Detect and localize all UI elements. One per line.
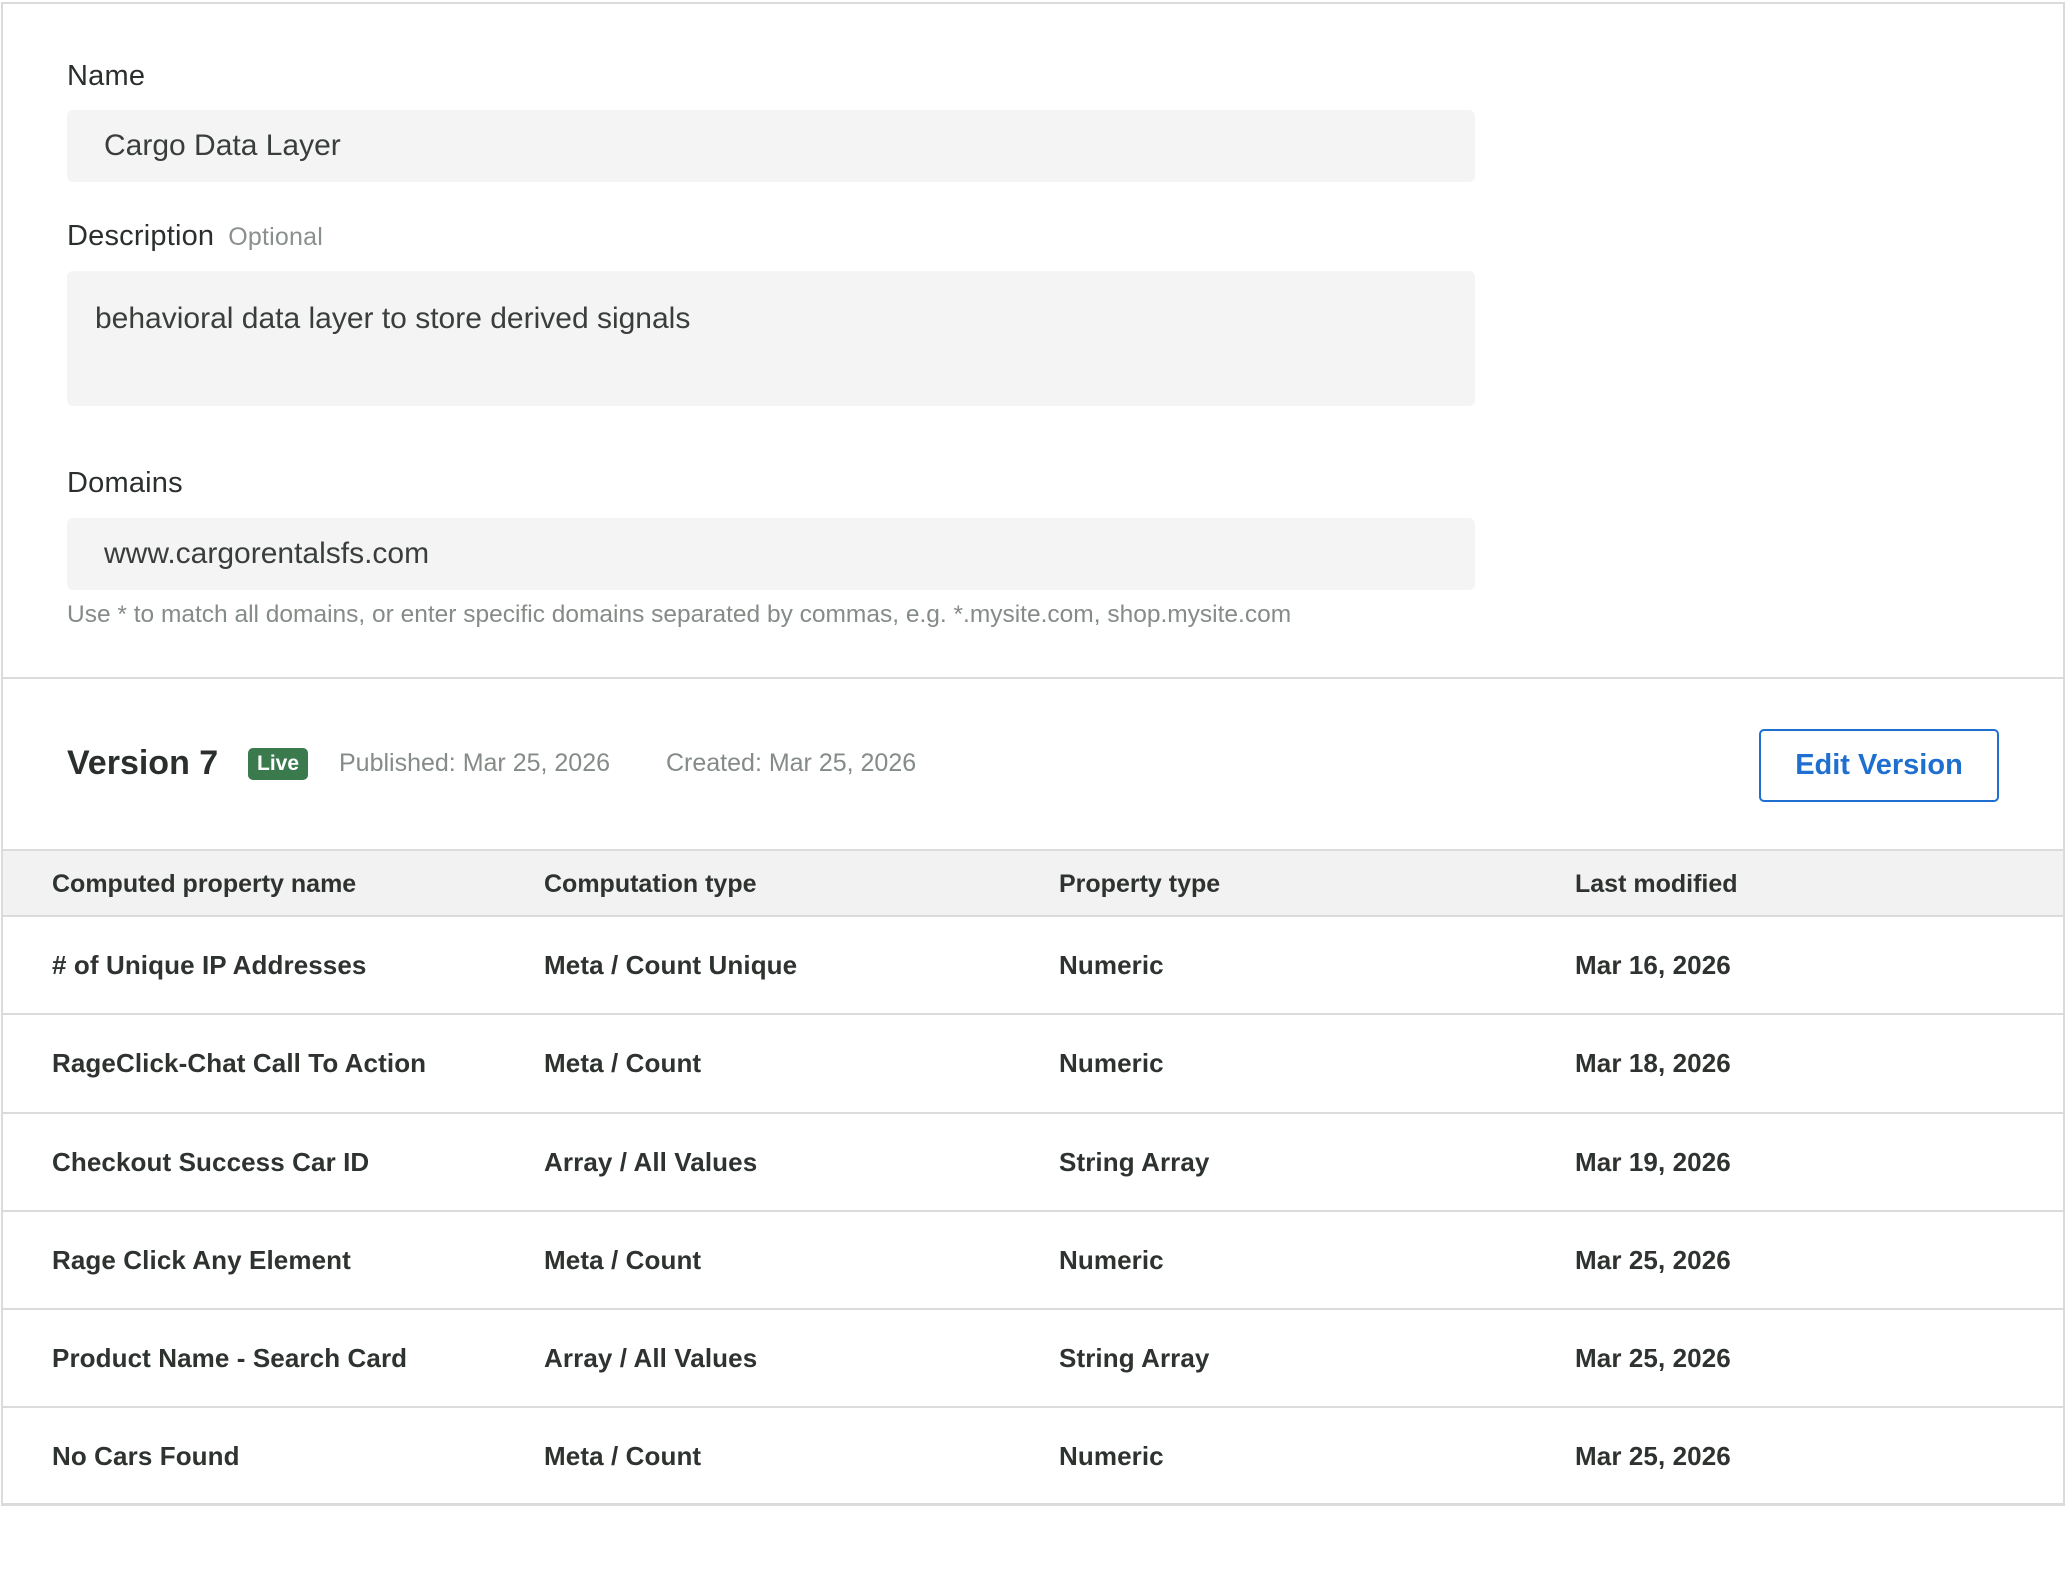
column-header-computation[interactable]: Computation type [544, 851, 757, 917]
cell-last-modified: Mar 18, 2026 [1575, 1048, 1731, 1079]
cell-computation-type: Array / All Values [544, 1343, 758, 1374]
description-textarea[interactable]: behavioral data layer to store derived s… [67, 271, 1475, 406]
table-row[interactable]: Rage Click Any Element Meta / Count Nume… [3, 1212, 2063, 1311]
data-layer-form: Name Description Optional behavioral data… [3, 4, 2063, 679]
table-row[interactable]: Checkout Success Car ID Array / All Valu… [3, 1114, 2063, 1212]
live-status-badge: Live [248, 748, 309, 780]
cell-property-type: String Array [1059, 1343, 1210, 1374]
cell-last-modified: Mar 25, 2026 [1575, 1244, 1731, 1275]
cell-property-name: Checkout Success Car ID [52, 1146, 370, 1177]
cell-property-name: # of Unique IP Addresses [52, 950, 367, 980]
cell-property-type: Numeric [1059, 1244, 1164, 1275]
version-title: Version 7 [67, 744, 219, 782]
created-date: Created: Mar 25, 2026 [666, 749, 917, 777]
cell-computation-type: Meta / Count Unique [544, 950, 798, 980]
cell-computation-type: Meta / Count [544, 1244, 702, 1275]
table-row[interactable]: Product Name - Search Card Array / All V… [3, 1310, 2063, 1409]
cell-computation-type: Array / All Values [544, 1146, 758, 1177]
computed-properties-table: Computed property name Computation type … [3, 851, 2063, 1507]
table-row[interactable]: No Cars Found Meta / Count Numeric Mar 2… [3, 1408, 2063, 1506]
cell-computation-type: Meta / Count [544, 1048, 702, 1079]
cell-property-name: No Cars Found [52, 1441, 240, 1472]
cell-property-type: Numeric [1059, 1048, 1164, 1079]
data-layer-card: Name Description Optional behavioral data… [1, 2, 2065, 1506]
optional-tag: Optional [228, 223, 323, 251]
domains-help-text: Use * to match all domains, or enter spe… [67, 601, 1292, 628]
cell-computation-type: Meta / Count [544, 1441, 702, 1472]
column-header-last-modified[interactable]: Last modified [1575, 851, 1738, 917]
cell-property-type: Numeric [1059, 950, 1164, 980]
domains-label: Domains [67, 467, 183, 499]
published-date: Published: Mar 25, 2026 [339, 749, 611, 777]
cell-last-modified: Mar 25, 2026 [1575, 1441, 1731, 1472]
column-header-property-type[interactable]: Property type [1059, 851, 1220, 917]
cell-property-name: RageClick-Chat Call To Action [52, 1048, 427, 1079]
domains-input[interactable] [67, 518, 1475, 590]
version-header: Version 7 Live Published: Mar 25, 2026 C… [3, 681, 2063, 851]
cell-property-type: String Array [1059, 1146, 1210, 1177]
cell-property-name: Product Name - Search Card [52, 1343, 408, 1374]
cell-property-type: Numeric [1059, 1441, 1164, 1472]
cell-last-modified: Mar 19, 2026 [1575, 1146, 1731, 1177]
table-row[interactable]: RageClick-Chat Call To Action Meta / Cou… [3, 1015, 2063, 1114]
cell-last-modified: Mar 25, 2026 [1575, 1343, 1731, 1374]
description-label-text: Description [67, 220, 215, 252]
column-header-name[interactable]: Computed property name [52, 851, 356, 917]
cell-last-modified: Mar 16, 2026 [1575, 950, 1731, 980]
table-header: Computed property name Computation type … [3, 851, 2063, 917]
name-input[interactable] [67, 110, 1475, 182]
edit-version-button[interactable]: Edit Version [1759, 729, 1999, 802]
description-label: Description Optional [67, 220, 323, 253]
cell-property-name: Rage Click Any Element [52, 1244, 351, 1275]
name-label: Name [67, 60, 146, 92]
table-row[interactable]: # of Unique IP Addresses Meta / Count Un… [3, 917, 2063, 1016]
